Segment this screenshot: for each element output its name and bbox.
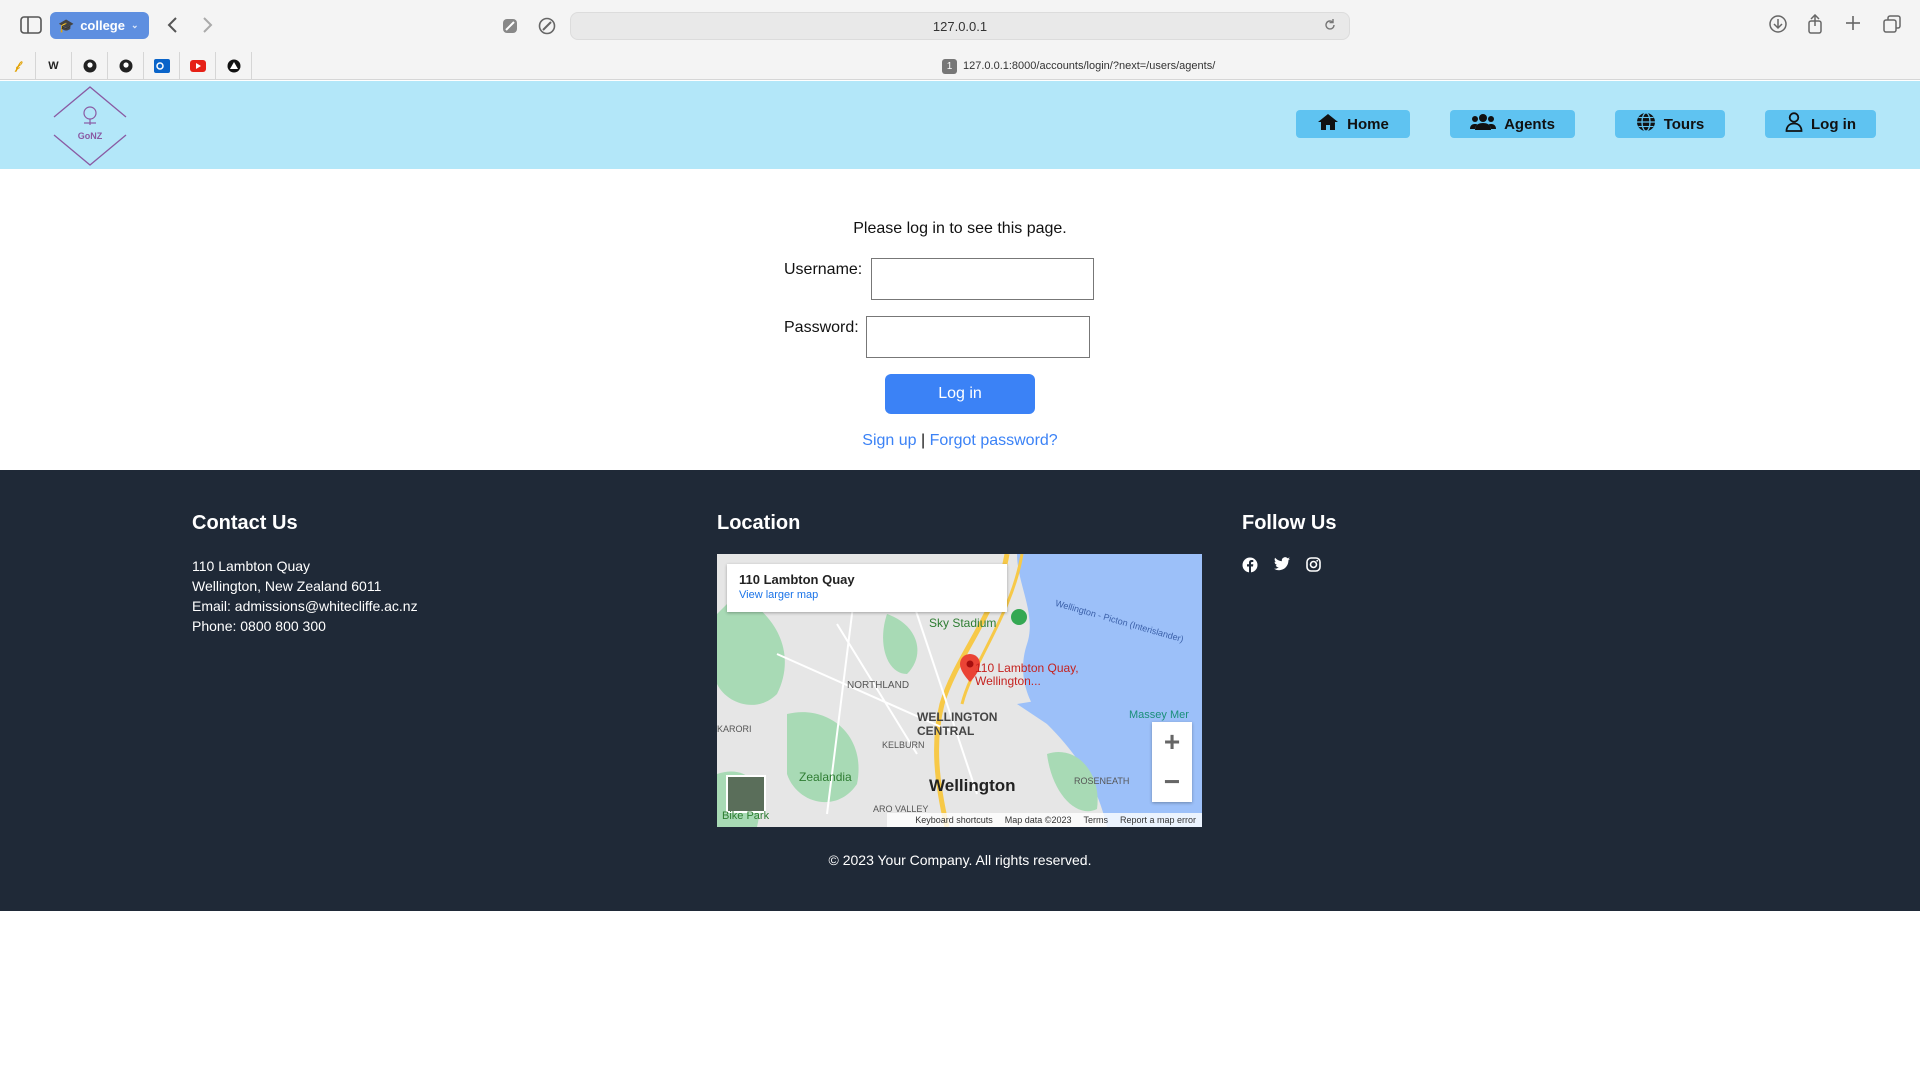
github-icon[interactable] [108,52,144,80]
login-required-message: Please log in to see this page. [853,220,1067,237]
map-zoom-controls: + − [1152,722,1192,802]
username-field[interactable] [871,258,1094,300]
address-bar[interactable]: 127.0.0.1 [570,12,1350,40]
nav-agents-button[interactable]: Agents [1450,110,1575,138]
users-icon [1470,113,1497,135]
twitter-icon[interactable] [1274,557,1290,578]
map-card-title: 110 Lambton Quay [739,572,855,587]
tab-title: 127.0.0.1:8000/accounts/login/?next=/use… [963,60,1216,72]
password-field[interactable] [866,316,1090,358]
sidebar-toggle-icon[interactable] [18,14,44,36]
map-label-stadium: Sky Stadium [929,616,997,630]
tab-number-badge: 1 [942,58,957,74]
home-icon [1317,113,1339,135]
download-icon[interactable] [1768,14,1788,34]
location-heading: Location [717,512,801,534]
map-label-bikepark: Bike Park [722,810,770,822]
nav-login-label: Log in [1811,115,1856,133]
share-icon[interactable] [1806,14,1824,34]
github-icon[interactable] [72,52,108,80]
facebook-icon[interactable] [1242,557,1258,578]
copyright-text: © 2023 Your Company. All rights reserved… [828,852,1092,868]
logo-text: GoNZ [77,131,103,141]
map-label-karori: KARORI [717,724,752,734]
username-label: Username: [784,261,863,278]
zoom-out-icon[interactable]: − [1152,762,1192,802]
favorite-w-icon[interactable]: W [36,52,72,80]
login-submit-button[interactable]: Log in [885,374,1035,414]
address-text: 127.0.0.1 [932,18,988,34]
map-info-card: 110 Lambton Quay View larger map [727,564,1007,612]
compass-icon[interactable] [537,16,557,36]
link-separator: | [921,432,926,449]
contact-details: 110 Lambton Quay Wellington, New Zealand… [192,556,418,636]
globe-icon [1636,112,1656,136]
map-label-pin: 110 Lambton Quay, Wellington... [975,661,1079,688]
report-error-link[interactable]: Report a map error [1120,815,1196,825]
location-map[interactable]: 110 Lambton Quay View larger map Sky Sta… [717,554,1202,827]
privacy-report-icon[interactable] [500,16,520,36]
password-label: Password: [784,319,859,336]
reload-icon[interactable] [1323,18,1339,34]
view-larger-map-link[interactable]: View larger map [739,589,995,601]
graduation-cap-icon: 🎓 [58,17,75,33]
user-icon [1785,112,1803,136]
forward-icon[interactable] [198,15,218,35]
instagram-icon[interactable] [1306,557,1321,578]
favorites-list: 𝒻 W [0,52,252,80]
active-tab[interactable]: 1 127.0.0.1:8000/accounts/login/?next=/u… [942,57,1215,75]
site-footer: Contact Us 110 Lambton Quay Wellington, … [0,470,1920,911]
map-label-wellington: Wellington [929,776,1016,795]
chevron-down-icon: ⌄ [130,20,139,30]
youtube-icon[interactable] [180,52,216,80]
tab-group-label: college [80,18,125,33]
map-label-zealandia: Zealandia [799,770,852,784]
browser-toolbar: 🎓 college ⌄ 127.0.0.1 [0,0,1920,52]
forgot-password-link[interactable]: Forgot password? [930,432,1058,449]
social-links [1242,557,1321,578]
map-label-central: WELLINGTON CENTRAL [917,710,998,738]
gonz-logo[interactable]: GoNZ [52,85,128,167]
back-icon[interactable] [162,15,182,35]
nav-tours-label: Tours [1663,115,1705,133]
keyboard-shortcuts-link[interactable]: Keyboard shortcuts [915,815,993,825]
nav-agents-label: Agents [1504,115,1555,133]
auth-links: Sign up | Forgot password? [0,432,1920,450]
map-label-kelburn: KELBURN [882,740,925,750]
signup-link[interactable]: Sign up [862,432,916,449]
nav-login-button[interactable]: Log in [1765,110,1876,138]
zoom-in-icon[interactable]: + [1152,722,1192,762]
map-data-text: Map data ©2023 [1004,815,1072,825]
follow-heading: Follow Us [1242,512,1337,534]
map-label-northland: NORTHLAND [847,680,910,691]
nav-home-button[interactable]: Home [1296,110,1410,138]
contact-email: Email: admissions@whitecliffe.ac.nz [192,598,418,614]
terms-link[interactable]: Terms [1083,815,1108,825]
tab-overview-icon[interactable] [1882,14,1902,34]
site-header: GoNZ Home Agents Tours Log in [0,81,1920,169]
contact-phone: Phone: 0800 800 300 [192,618,326,634]
outlook-icon[interactable] [144,52,180,80]
contact-address-line: 110 Lambton Quay [192,558,311,574]
favorite-1-icon[interactable]: 𝒻 [0,52,36,80]
contact-city-line: Wellington, New Zealand 6011 [192,578,382,594]
nav-tours-button[interactable]: Tours [1615,110,1725,138]
triangle-icon[interactable] [216,52,252,80]
map-attribution: Keyboard shortcuts Map data ©2023 Terms … [887,813,1202,827]
contact-heading: Contact Us [192,512,298,534]
map-label-roseneath: ROSENEATH [1074,776,1130,786]
map-label-massey: Massey Mer [1129,709,1189,721]
tab-group-button[interactable]: 🎓 college ⌄ [50,12,149,39]
nav-home-label: Home [1347,115,1389,133]
new-tab-icon[interactable] [1844,14,1862,32]
